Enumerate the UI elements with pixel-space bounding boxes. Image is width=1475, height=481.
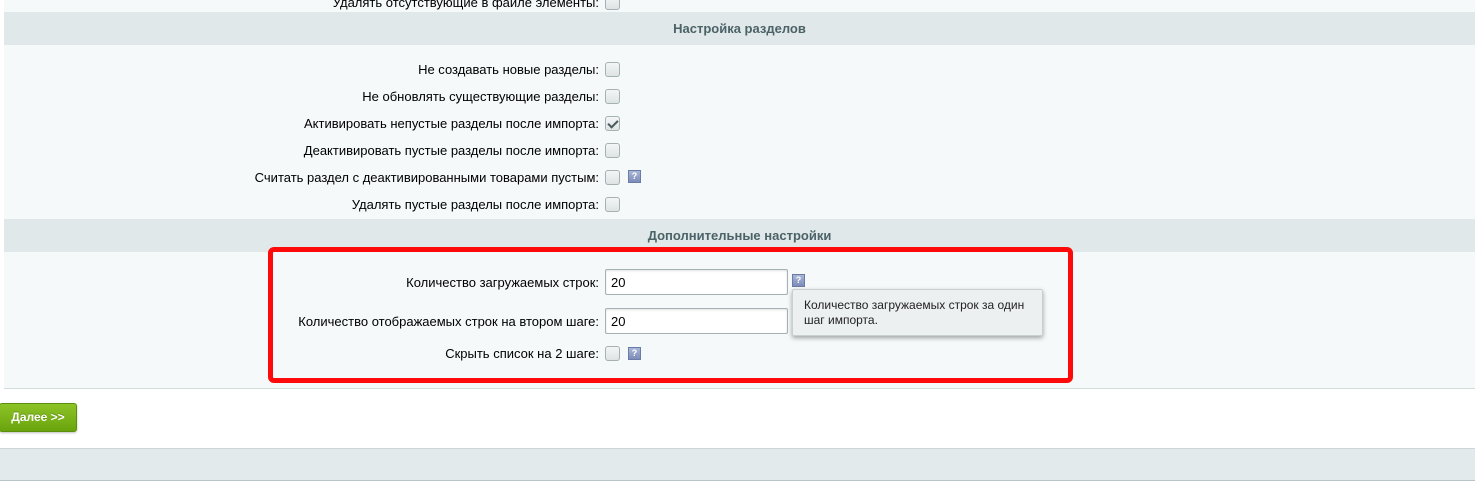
deactivated-goods-empty-label: Считать раздел с деактивированными товар…: [254, 170, 599, 185]
settings-row-delete-empty-sections: Удалять пустые разделы после импорта:: [4, 191, 1475, 218]
delete-empty-sections-label: Удалять пустые разделы после импорта:: [351, 197, 599, 212]
settings-row-no-update-sections: Не обновлять существующие разделы:: [4, 83, 1475, 110]
settings-row-no-new-sections: Не создавать новые разделы:: [4, 56, 1475, 83]
section-header-sections: Настройка разделов: [4, 12, 1475, 45]
next-button[interactable]: Далее >>: [0, 403, 77, 432]
activate-nonempty-checkbox[interactable]: [605, 116, 620, 131]
settings-row-delete-missing-elements: Удалять отсутствующие в файле элементы:: [4, 0, 1475, 11]
no-update-sections-checkbox[interactable]: [605, 89, 620, 104]
help-question-icon[interactable]: ?: [628, 170, 641, 183]
settings-row-deactivate-empty: Деактивировать пустые разделы после импо…: [4, 137, 1475, 164]
footer-bar: [0, 448, 1475, 481]
delete-missing-elements-checkbox[interactable]: [605, 0, 620, 10]
no-new-sections-label: Не создавать новые разделы:: [418, 62, 599, 77]
deactivate-empty-checkbox[interactable]: [605, 143, 620, 158]
no-update-sections-label: Не обновлять существующие разделы:: [362, 89, 599, 104]
deactivated-goods-empty-checkbox[interactable]: [605, 170, 620, 185]
delete-empty-sections-checkbox[interactable]: [605, 197, 620, 212]
highlight-frame: [268, 247, 1073, 383]
no-new-sections-checkbox[interactable]: [605, 62, 620, 77]
deactivate-empty-label: Деактивировать пустые разделы после импо…: [303, 143, 599, 158]
settings-row-deactivated-goods-empty: Считать раздел с деактивированными товар…: [4, 164, 1475, 191]
settings-row-activate-nonempty: Активировать непустые разделы после импо…: [4, 110, 1475, 137]
activate-nonempty-label: Активировать непустые разделы после импо…: [303, 116, 599, 131]
